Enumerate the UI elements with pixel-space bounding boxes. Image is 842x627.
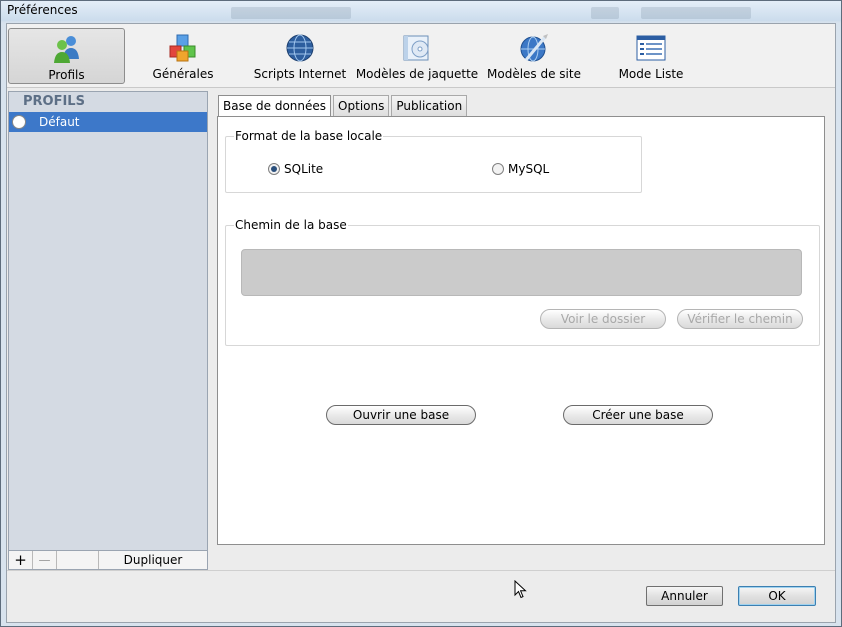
toolbar-item-label: Modèles de jaquette [355, 67, 479, 81]
remove-profile-button[interactable]: — [33, 551, 57, 569]
tab-options[interactable]: Options [333, 95, 390, 116]
title-bar[interactable]: Préférences [1, 1, 841, 21]
mysql-radio[interactable]: MySQL [492, 162, 549, 176]
background-ghost [231, 7, 351, 19]
sqlite-radio-label: SQLite [284, 162, 324, 176]
toolbar-item-modeles-site[interactable]: Modèles de site [487, 28, 581, 84]
verify-path-button[interactable]: Vérifier le chemin [677, 309, 803, 329]
sidebar-bottom-bar: + — Dupliquer [8, 550, 208, 570]
add-profile-button[interactable]: + [9, 551, 33, 569]
radio-unselected-icon [492, 163, 504, 175]
toolbar-item-generales[interactable]: Générales [153, 28, 213, 84]
profiles-sidebar: PROFILS Défaut [8, 91, 208, 566]
toolbar-item-label: Profils [48, 68, 85, 82]
preferences-toolbar: Profils Générales Scripts Internet Modèl… [7, 24, 835, 88]
footer-separator [7, 570, 835, 571]
settings-tabs: Base de données Options Publication [218, 95, 469, 117]
users-icon [53, 36, 79, 63]
mysql-radio-label: MySQL [508, 162, 550, 176]
toolbar-item-scripts-internet[interactable]: Scripts Internet [254, 28, 346, 84]
disc-case-icon [403, 35, 429, 61]
sqlite-radio[interactable]: SQLite [268, 162, 323, 176]
toolbar-item-mode-liste[interactable]: Mode Liste [619, 28, 683, 84]
toolbar-item-label: Modèles de site [487, 67, 581, 81]
toolbar-item-label: Générales [152, 67, 214, 81]
open-database-button[interactable]: Ouvrir une base [326, 405, 476, 425]
ok-button[interactable]: OK [738, 586, 816, 606]
format-group: Format de la base locale SQLite MySQL [225, 129, 642, 193]
format-group-legend: Format de la base locale [234, 129, 384, 143]
tab-publication[interactable]: Publication [391, 95, 468, 116]
create-database-button[interactable]: Créer une base [563, 405, 713, 425]
toolbar-item-label: Scripts Internet [253, 67, 347, 81]
toolbar-item-label: Mode Liste [618, 67, 684, 81]
background-ghost [641, 7, 751, 19]
database-panel: Format de la base locale SQLite MySQL Ch… [217, 116, 825, 545]
toolbar-item-modeles-jaquette[interactable]: Modèles de jaquette [356, 28, 478, 84]
path-group: Chemin de la base Voir le dossier Vérifi… [225, 218, 820, 346]
profile-item-defaut[interactable]: Défaut [9, 112, 207, 132]
dialog-client-area: Profils Générales Scripts Internet Modèl… [6, 23, 836, 623]
background-ghost [591, 7, 619, 19]
web-globe-icon [520, 34, 548, 62]
list-icon [636, 35, 666, 61]
globe-icon [286, 34, 314, 62]
mouse-pointer-icon [514, 580, 527, 599]
profile-item-label: Défaut [39, 115, 80, 129]
duplicate-profile-button[interactable]: Dupliquer [99, 551, 207, 569]
preferences-window: Préférences Profils Générales Scripts In… [0, 0, 842, 627]
database-path-field[interactable] [241, 249, 802, 296]
profile-circle-icon [12, 115, 26, 129]
profiles-header: PROFILS [23, 94, 85, 109]
tab-base-de-donnees[interactable]: Base de données [218, 95, 332, 117]
cubes-icon [169, 34, 196, 62]
toolbar-item-profils[interactable]: Profils [8, 28, 125, 84]
sidebar-bar-spacer [57, 551, 99, 569]
view-folder-button[interactable]: Voir le dossier [540, 309, 666, 329]
path-group-legend: Chemin de la base [234, 218, 348, 232]
cancel-button[interactable]: Annuler [646, 586, 723, 606]
radio-selected-icon [268, 163, 280, 175]
window-title: Préférences [7, 3, 78, 17]
